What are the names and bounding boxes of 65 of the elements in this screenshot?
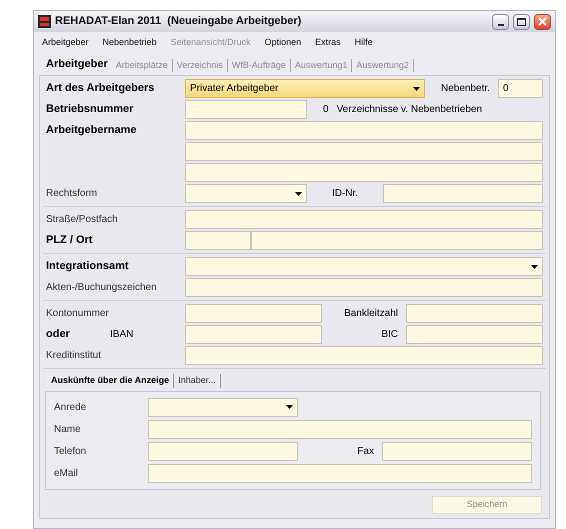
note-text: Verzeichnisse v. Nebenbetrieben: [336, 103, 482, 117]
text-field[interactable]: [185, 142, 543, 161]
maximize-button[interactable]: [513, 14, 530, 30]
text-field[interactable]: [185, 163, 543, 182]
dropdown[interactable]: [185, 184, 307, 203]
caret-icon: [295, 192, 302, 196]
field-label: Anrede: [54, 400, 88, 414]
text-field[interactable]: [148, 464, 532, 482]
text-field[interactable]: 0: [498, 79, 543, 98]
caret-icon: [413, 86, 420, 90]
field-label: Integrationsamt: [46, 259, 130, 274]
dropdown[interactable]: [185, 257, 543, 276]
menu-item[interactable]: Nebenbetrieb: [102, 36, 157, 50]
window-title: REHADAT-Elan 2011 (Neueingabe Arbeitgeber): [55, 14, 302, 30]
field-label: PLZ / Ort: [46, 233, 94, 248]
field-label: Fax: [356, 444, 374, 458]
tab[interactable]: Arbeitgeber: [42, 56, 112, 72]
menu-item[interactable]: Arbeitgeber: [42, 36, 89, 50]
field-label: IBAN: [110, 328, 134, 342]
field-label: ID-Nr.: [330, 187, 360, 201]
text-field[interactable]: [382, 442, 532, 460]
count-text: 0: [323, 103, 329, 117]
text-field[interactable]: [185, 325, 322, 344]
field-label: Name: [54, 422, 82, 436]
text-field[interactable]: [185, 121, 543, 140]
text-field[interactable]: [185, 304, 322, 323]
text-field[interactable]: [251, 231, 543, 250]
close-icon: [538, 17, 547, 26]
field-label: Nebenbetr.: [441, 82, 490, 96]
menu-item[interactable]: Hilfe: [354, 36, 373, 50]
menu-item[interactable]: Optionen: [264, 36, 302, 50]
text-field[interactable]: [148, 442, 298, 460]
field-label: BIC: [380, 328, 398, 342]
text-field[interactable]: [185, 346, 543, 365]
tab[interactable]: Inhaber...: [174, 374, 221, 388]
field-label: eMail: [54, 466, 79, 480]
field-label: Kreditinstitut: [46, 349, 102, 363]
maximize-icon: [517, 18, 526, 26]
dropdown[interactable]: Privater Arbeitgeber: [185, 79, 425, 98]
text-field[interactable]: [383, 184, 543, 203]
dropdown[interactable]: [148, 398, 298, 416]
caret-icon: [286, 405, 293, 409]
field-label: Akten-/Buchungszeichen: [46, 281, 158, 295]
text-field[interactable]: [148, 420, 532, 438]
minimize-icon: [498, 24, 504, 26]
field-label: Telefon: [54, 444, 88, 458]
menu-item[interactable]: Extras: [315, 36, 341, 50]
text-field[interactable]: [406, 325, 543, 344]
field-label: oder: [46, 327, 71, 342]
field-label: Art des Arbeitgebers: [46, 81, 156, 96]
field-label: Arbeitgebername: [46, 123, 138, 138]
text-field[interactable]: [406, 304, 543, 323]
minimize-button[interactable]: [492, 14, 509, 30]
caret-icon: [531, 264, 538, 268]
field-label: Kontonummer: [46, 307, 110, 321]
close-button[interactable]: [534, 14, 551, 30]
field-label: Betriebsnummer: [46, 102, 134, 118]
text-field[interactable]: [185, 100, 307, 119]
text-field[interactable]: [185, 278, 543, 297]
text-field[interactable]: [185, 210, 543, 229]
text-field[interactable]: [185, 231, 251, 250]
field-label: Bankleitzahl: [343, 307, 398, 321]
field-label: Rechtsform: [46, 187, 98, 201]
field-label: Straße/Postfach: [46, 213, 119, 227]
app-icon: [38, 15, 51, 28]
